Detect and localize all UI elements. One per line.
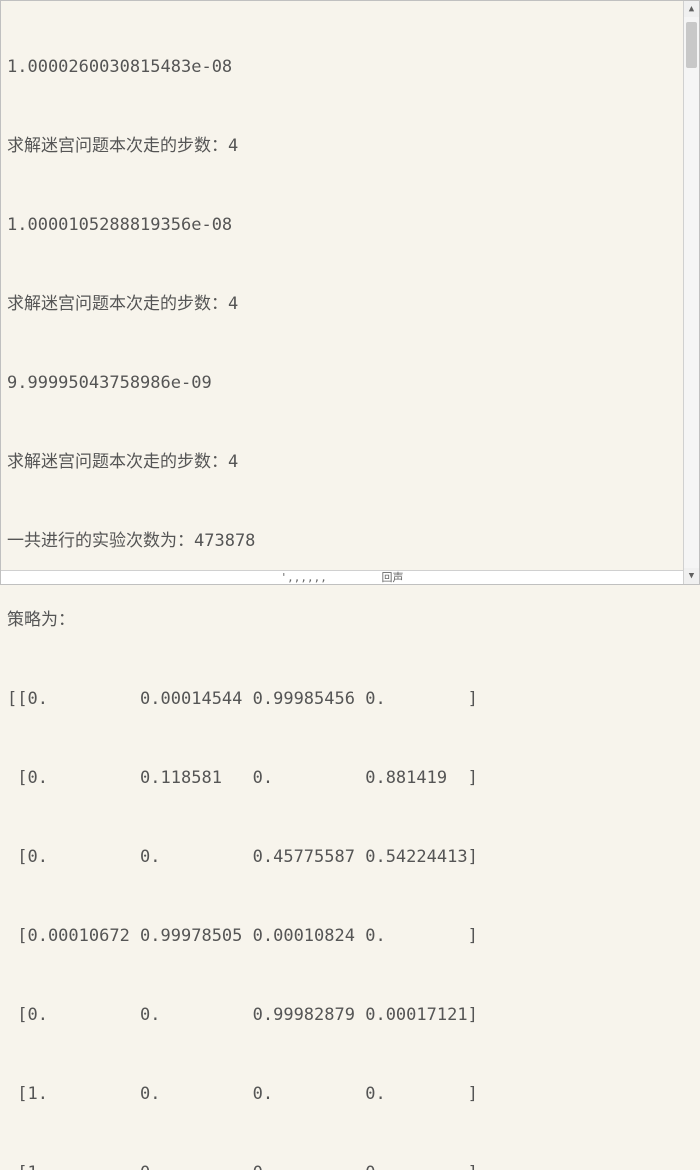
matrix-row: [0. 0. 0.45775587 0.54224413] xyxy=(7,844,693,870)
output-line: 一共进行的实验次数为：473878 xyxy=(7,528,693,554)
output-line: 1.0000260030815483e-08 xyxy=(7,54,693,80)
output-line: 策略为： xyxy=(7,607,693,633)
vertical-scrollbar[interactable]: ▲ ▼ xyxy=(683,1,699,584)
matrix-row: [1. 0. 0. 0. ] xyxy=(7,1081,693,1107)
matrix-row: [0. 0. 0.99982879 0.00017121] xyxy=(7,1002,693,1028)
scroll-thumb[interactable] xyxy=(686,22,697,68)
matrix-row: [[0. 0.00014544 0.99985456 0. ] xyxy=(7,686,693,712)
output-line: 9.99995043758986e-09 xyxy=(7,370,693,396)
scroll-down-button[interactable]: ▼ xyxy=(684,568,699,584)
output-line: 1.0000105288819356e-08 xyxy=(7,212,693,238)
scroll-up-button[interactable]: ▲ xyxy=(684,1,699,17)
matrix-row: [0. 0.118581 0. 0.881419 ] xyxy=(7,765,693,791)
scroll-track[interactable] xyxy=(684,17,699,568)
matrix-row: [1. 0. 0. 0. ] xyxy=(7,1160,693,1170)
status-item: 回声 xyxy=(381,571,403,584)
output-line: 求解迷宫问题本次走的步数：4 xyxy=(7,133,693,159)
status-bar: ',,,,,, 回声 xyxy=(1,570,683,584)
notebook-output-area: 1.0000260030815483e-08 求解迷宫问题本次走的步数：4 1.… xyxy=(1,1,699,1170)
matrix-row: [0.00010672 0.99978505 0.00010824 0. ] xyxy=(7,923,693,949)
output-line: 求解迷宫问题本次走的步数：4 xyxy=(7,291,693,317)
status-item: ',,,,,, xyxy=(281,571,327,584)
output-line: 求解迷宫问题本次走的步数：4 xyxy=(7,449,693,475)
